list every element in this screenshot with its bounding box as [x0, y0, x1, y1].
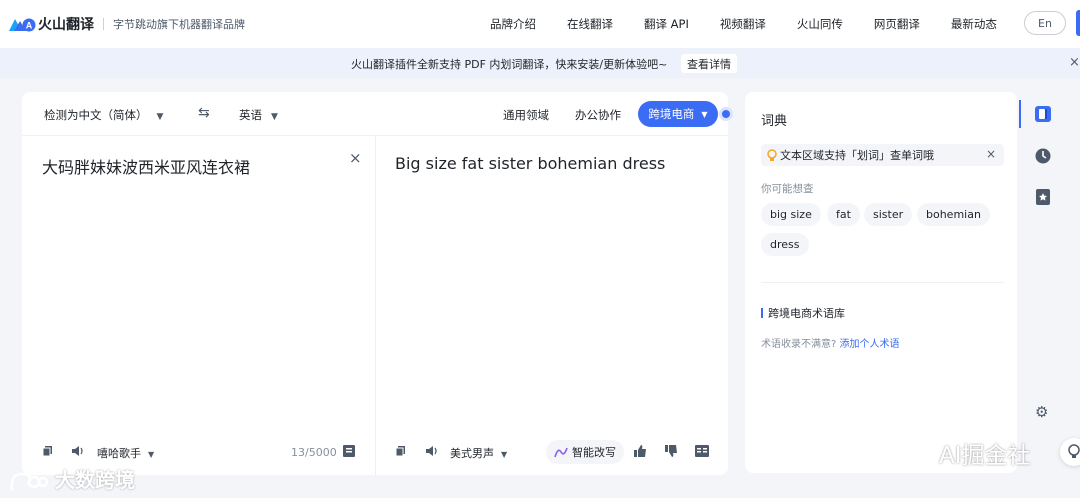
watermark-logo-icon [10, 472, 49, 490]
dictionary-book-icon[interactable] [1034, 105, 1052, 123]
speaker-icon[interactable] [425, 445, 439, 457]
source-language-select[interactable]: 检测为中文（简体） ▼ [44, 107, 163, 123]
smart-rewrite-label: 智能改写 [572, 446, 616, 459]
svg-text:A: A [26, 21, 33, 31]
domain-tab-office[interactable]: 办公协作 [575, 107, 621, 123]
language-toolbar: 检测为中文（简体） ▼ ⇆ 英语 ▼ 通用领域 办公协作 跨境电商 ▼ [22, 92, 733, 136]
history-clock-icon[interactable] [1034, 147, 1052, 165]
suggestion-chip[interactable]: bohemian [917, 203, 990, 226]
lightbulb-icon [767, 148, 777, 161]
thumbs-down-icon[interactable] [665, 445, 678, 457]
chevron-down-icon: ▼ [148, 450, 155, 459]
glossary-marker [761, 308, 763, 318]
dictionary-tip: 文本区域支持「划词」查单词哦 × [761, 144, 1004, 166]
source-language-label: 检测为中文（简体） [44, 108, 148, 122]
source-voice-select[interactable]: 嘻哈歌手 ▼ [97, 445, 154, 461]
dictionary-divider [761, 282, 1004, 283]
banner-text: 火山翻译插件全新支持 PDF 内划词翻译，快来安装/更新体验吧~ [351, 58, 668, 71]
dictionary-tip-text: 文本区域支持「划词」查单词哦 [780, 149, 934, 162]
brand-tagline: 字节跳动旗下机器翻译品牌 [113, 18, 245, 31]
domain-tab-ecommerce[interactable]: 跨境电商 ▼ [638, 101, 718, 127]
copy-icon[interactable] [395, 445, 407, 457]
view-details-button[interactable]: 查看详情 [681, 54, 737, 73]
clear-text-icon[interactable]: × [349, 149, 362, 167]
source-voice-label: 嘻哈歌手 [97, 447, 141, 460]
settings-gear-icon[interactable]: ⚙ [1035, 403, 1048, 421]
volcano-logo-icon: A [9, 18, 36, 32]
dictionary-panel: 词典 文本区域支持「划词」查单词哦 × 你可能想查 big size fat s… [745, 92, 1017, 473]
target-language-select[interactable]: 英语 ▼ [239, 107, 278, 123]
compare-view-icon[interactable] [695, 445, 709, 457]
translation-output: Big size fat sister bohemian dress [395, 154, 666, 173]
glossary-title-text: 跨境电商术语库 [768, 307, 845, 320]
suggestion-chip[interactable]: big size [761, 203, 821, 226]
help-bulb-icon[interactable] [1060, 438, 1080, 466]
watermark-right: AI掘金社 [893, 436, 1031, 470]
suggestion-chip[interactable]: fat [827, 203, 860, 226]
brand-logo[interactable]: A 火山翻译 字节跳动旗下机器翻译品牌 [8, 14, 245, 34]
domain-toggle-icon[interactable] [719, 107, 733, 121]
domain-active-label: 跨境电商 [648, 107, 695, 121]
main-nav: 品牌介绍 在线翻译 翻译 API 视频翻译 火山同传 网页翻译 最新动态 [490, 0, 1028, 48]
swap-languages-icon[interactable]: ⇆ [198, 105, 210, 121]
nav-brand-intro[interactable]: 品牌介绍 [490, 16, 536, 32]
speaker-icon[interactable] [71, 445, 85, 457]
char-count: 13/5000 [291, 446, 337, 459]
nav-simultaneous[interactable]: 火山同传 [797, 16, 843, 32]
domain-tab-general[interactable]: 通用领域 [503, 107, 549, 123]
copy-icon[interactable] [42, 445, 54, 457]
target-voice-select[interactable]: 美式男声 ▼ [450, 445, 507, 461]
watermark-left-text: 大数跨境 [54, 468, 135, 492]
favorites-bookmark-icon[interactable] [1034, 188, 1052, 206]
translate-card: 检测为中文（简体） ▼ ⇆ 英语 ▼ 通用领域 办公协作 跨境电商 ▼ 大码胖妹妹波西… [22, 92, 733, 475]
watermark-right-text: AI掘金社 [939, 443, 1031, 469]
document-upload-icon[interactable] [343, 445, 355, 457]
suggestion-label: 你可能想查 [761, 183, 814, 195]
nav-online-translate[interactable]: 在线翻译 [567, 16, 613, 32]
nav-video-translate[interactable]: 视频翻译 [720, 16, 766, 32]
glossary-note: 术语收录不满意? 添加个人术语 [761, 335, 900, 350]
announcement-banner: 火山翻译插件全新支持 PDF 内划词翻译，快来安装/更新体验吧~ 查看详情 × [0, 48, 1080, 78]
banner-close-icon[interactable]: × [1069, 55, 1080, 70]
glossary-title: 跨境电商术语库 [761, 305, 845, 321]
chevron-down-icon: ▼ [156, 112, 164, 122]
chevron-down-icon: ▼ [271, 112, 278, 122]
login-button-edge[interactable] [1076, 10, 1080, 36]
source-text-input[interactable]: 大码胖妹妹波西米亚风连衣裙 [42, 154, 250, 178]
glossary-note-text: 术语收录不满意? [761, 339, 837, 350]
rail-active-indicator [1019, 100, 1021, 128]
add-personal-term-link[interactable]: 添加个人术语 [840, 339, 900, 350]
brand-name: 火山翻译 [38, 17, 94, 33]
target-voice-label: 美式男声 [450, 447, 494, 460]
nav-web-translate[interactable]: 网页翻译 [874, 16, 920, 32]
chevron-down-icon: ▼ [501, 450, 508, 459]
suggestion-chip[interactable]: dress [761, 233, 809, 256]
chevron-down-icon: ▼ [701, 109, 708, 119]
language-switch-button[interactable]: En [1024, 11, 1066, 35]
panel-divider [375, 136, 376, 475]
brand-divider [103, 18, 104, 30]
watermark-left: 大数跨境 [8, 464, 135, 494]
dictionary-title: 词典 [761, 114, 788, 129]
smart-rewrite-button[interactable]: 智能改写 [546, 440, 624, 464]
top-header: A 火山翻译 字节跳动旗下机器翻译品牌 品牌介绍 在线翻译 翻译 API 视频翻… [0, 0, 1080, 48]
wechat-icon [894, 440, 932, 466]
rewrite-icon [554, 447, 568, 458]
tip-close-icon[interactable]: × [986, 147, 996, 161]
suggestion-chip[interactable]: sister [864, 203, 913, 226]
target-language-label: 英语 [239, 108, 262, 122]
thumbs-up-icon[interactable] [634, 445, 647, 457]
nav-latest-news[interactable]: 最新动态 [951, 16, 997, 32]
nav-translate-api[interactable]: 翻译 API [644, 16, 689, 32]
